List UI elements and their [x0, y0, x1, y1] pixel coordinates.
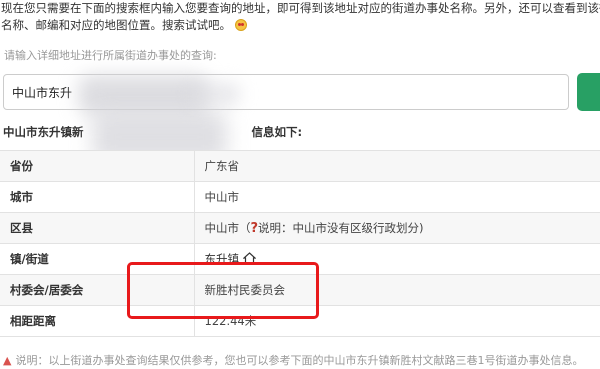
- disclaimer-note: ▲ 说明：以上街道办事处查询结果仅供参考，您也可以参考下面的中山市东升镇新胜村文献…: [3, 352, 583, 368]
- city-label: 城市: [0, 181, 195, 213]
- intro-text: 现在您只需要在下面的搜索框内输入您要查询的地址，即可得到该地址对应的街道办事处名…: [1, 0, 600, 34]
- county-cell: 中山市（?说明：中山市没有区级行政划分): [194, 212, 600, 244]
- province-label: 省份: [0, 150, 195, 182]
- committee-label: 村委会/居委会: [0, 274, 195, 306]
- distance-value: 122.44米: [194, 305, 600, 337]
- intro-line-2: 名称、邮编和对应的地图位置。搜索试试吧。: [1, 17, 600, 34]
- table-row: 区县 中山市（?说明：中山市没有区级行政划分): [0, 212, 600, 244]
- privacy-blur: [190, 82, 240, 106]
- county-label: 区县: [0, 212, 195, 244]
- address-info-table: 省份 广东省 城市 中山市 区县 中山市（?说明：中山市没有区级行政划分) 镇/…: [0, 150, 600, 337]
- committee-value: 新胜村民委员会: [194, 274, 600, 306]
- county-note: 说明：中山市没有区级行政划分): [258, 221, 424, 235]
- privacy-blur: [78, 75, 208, 115]
- table-row: 省份 广东省: [0, 150, 600, 182]
- county-value: 中山市（: [204, 221, 251, 235]
- home-icon[interactable]: [242, 252, 256, 264]
- town-link[interactable]: 东升镇: [205, 252, 240, 266]
- table-row: 村委会/居委会 新胜村民委员会: [0, 274, 600, 306]
- city-value: 中山市: [194, 181, 600, 213]
- disclaimer-text: 说明：以上街道办事处查询结果仅供参考，您也可以参考下面的中山市东升镇新胜村文献路…: [15, 354, 584, 367]
- distance-label: 相距距离: [0, 305, 195, 337]
- search-hint: 请输入详细地址进行所属街道办事处的查询:: [4, 49, 217, 62]
- town-cell: 东升镇: [194, 243, 600, 275]
- question-icon: ?: [250, 221, 259, 236]
- table-row: 镇/街道 东升镇: [0, 243, 600, 275]
- smiley-icon: [234, 19, 247, 31]
- intro-line-1: 现在您只需要在下面的搜索框内输入您要查询的地址，即可得到该地址对应的街道办事处名…: [1, 1, 600, 15]
- table-row: 城市 中山市: [0, 181, 600, 213]
- table-row: 相距距离 122.44米: [0, 305, 600, 337]
- warning-icon: ▲: [3, 354, 12, 367]
- town-label: 镇/街道: [0, 243, 195, 275]
- intro-line-2-text: 名称、邮编和对应的地图位置。搜索试试吧。: [1, 18, 231, 32]
- search-button[interactable]: [577, 73, 600, 111]
- result-title-end: 信息如下:: [251, 125, 303, 139]
- province-value: 广东省: [194, 150, 600, 182]
- result-title-start: 中山市东升镇新: [3, 125, 84, 139]
